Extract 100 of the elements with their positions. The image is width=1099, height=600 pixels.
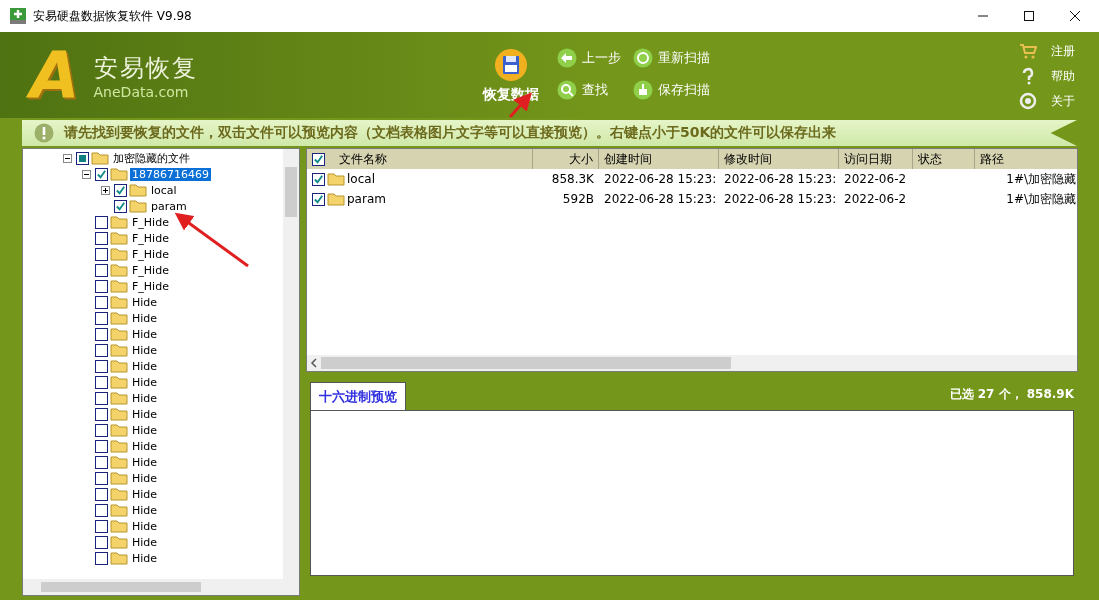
expand-icon[interactable]	[101, 185, 110, 195]
tree-item[interactable]: Hide	[130, 391, 160, 405]
tree-item[interactable]: Hide	[130, 471, 160, 485]
collapse-icon[interactable]	[63, 153, 72, 163]
checkbox[interactable]	[95, 535, 108, 549]
table-cell: 2022-06-28 15:23:	[724, 172, 837, 186]
folder-icon	[110, 215, 128, 229]
checkbox[interactable]	[95, 519, 108, 533]
checkbox[interactable]	[114, 199, 127, 213]
checkbox[interactable]	[95, 391, 108, 405]
checkbox[interactable]	[76, 151, 89, 165]
window-title: 安易硬盘数据恢复软件 V9.98	[33, 7, 192, 25]
tree-item[interactable]: Hide	[130, 327, 160, 341]
column-header[interactable]: 路径	[980, 150, 1004, 168]
table-cell: 2022-06-2	[844, 172, 907, 186]
folder-icon	[129, 199, 147, 213]
tree-item[interactable]: Hide	[130, 455, 160, 469]
tree-item[interactable]: Hide	[130, 407, 160, 421]
checkbox[interactable]	[95, 487, 108, 501]
preview-tab[interactable]: 十六进制预览	[310, 382, 406, 410]
checkbox[interactable]	[95, 167, 108, 181]
table-cell: 858.3K	[551, 172, 594, 186]
column-header[interactable]: 访问日期	[844, 150, 892, 168]
checkbox[interactable]	[95, 327, 108, 341]
column-header[interactable]: 修改时间	[724, 150, 772, 168]
folder-icon	[110, 471, 128, 485]
tree-item[interactable]: F_Hide	[130, 215, 171, 229]
checkbox[interactable]	[95, 439, 108, 453]
tree-item[interactable]: Hide	[130, 439, 160, 453]
tree-item[interactable]: Hide	[130, 503, 160, 517]
checkbox[interactable]	[95, 343, 108, 357]
checkbox[interactable]	[312, 172, 325, 186]
folder-icon	[110, 375, 128, 389]
checkbox[interactable]	[95, 279, 108, 293]
checkbox[interactable]	[95, 359, 108, 373]
folder-icon	[91, 151, 109, 165]
checkbox[interactable]	[95, 375, 108, 389]
folder-icon	[110, 487, 128, 501]
collapse-icon[interactable]	[82, 169, 91, 179]
checkbox[interactable]	[95, 247, 108, 261]
tree-item[interactable]: Hide	[130, 535, 160, 549]
checkbox[interactable]	[95, 263, 108, 277]
folder-icon	[110, 407, 128, 421]
folder-icon	[110, 391, 128, 405]
table-cell: 2022-06-28 15:23:	[604, 172, 717, 186]
tree-item[interactable]: F_Hide	[130, 231, 171, 245]
folder-icon	[110, 439, 128, 453]
folder-icon	[110, 295, 128, 309]
checkbox[interactable]	[95, 231, 108, 245]
tree-item[interactable]: 18786716469	[130, 167, 211, 181]
tree-item[interactable]: Hide	[130, 375, 160, 389]
refresh-icon	[633, 48, 653, 68]
checkbox[interactable]	[95, 455, 108, 469]
checkbox[interactable]	[95, 471, 108, 485]
checkbox[interactable]	[95, 407, 108, 421]
brand-name: 安易恢复	[93, 53, 198, 84]
brand-site: AneData.com	[93, 84, 190, 100]
checkbox[interactable]	[95, 311, 108, 325]
select-all-checkbox[interactable]	[312, 152, 325, 166]
folder-icon	[110, 167, 128, 181]
tree-item[interactable]: F_Hide	[130, 263, 171, 277]
tree-item[interactable]: Hide	[130, 359, 160, 373]
tree-item[interactable]: Hide	[130, 551, 160, 565]
checkbox[interactable]	[114, 183, 127, 197]
folder-icon	[110, 503, 128, 517]
column-header[interactable]: 文件名称	[339, 150, 387, 168]
table-cell: 2022-06-28 15:23:	[604, 192, 717, 206]
column-header[interactable]: 状态	[918, 150, 942, 168]
folder-icon	[327, 172, 345, 186]
tree-item[interactable]: local	[149, 183, 179, 197]
tree-item[interactable]: Hide	[130, 311, 160, 325]
table-cell: 2022-06-2	[844, 192, 907, 206]
cart-icon	[1019, 42, 1037, 60]
close-icon[interactable]	[1069, 10, 1081, 22]
exclamation-icon	[34, 123, 54, 143]
checkbox[interactable]	[312, 192, 325, 206]
tree-item[interactable]: Hide	[130, 423, 160, 437]
checkbox[interactable]	[95, 423, 108, 437]
tree-item[interactable]: F_Hide	[130, 279, 171, 293]
tree-item[interactable]: param	[149, 199, 189, 213]
tree-item[interactable]: F_Hide	[130, 247, 171, 261]
folder-icon	[110, 551, 128, 565]
column-header[interactable]: 大小	[569, 150, 593, 168]
tree-item[interactable]: Hide	[130, 519, 160, 533]
checkbox[interactable]	[95, 215, 108, 229]
tree-item[interactable]: Hide	[130, 343, 160, 357]
folder-icon	[110, 455, 128, 469]
checkbox[interactable]	[95, 295, 108, 309]
selection-summary: 已选 27 个， 858.9K	[949, 385, 1074, 403]
checkbox[interactable]	[95, 503, 108, 517]
table-cell: local	[347, 172, 375, 186]
checkbox[interactable]	[95, 551, 108, 565]
search-icon	[557, 80, 577, 100]
tree-item[interactable]: Hide	[130, 487, 160, 501]
folder-icon	[129, 183, 147, 197]
maximize-icon[interactable]	[1023, 10, 1035, 22]
tree-item[interactable]: 加密隐藏的文件	[111, 150, 192, 166]
tree-item[interactable]: Hide	[130, 295, 160, 309]
column-header[interactable]: 创建时间	[604, 150, 652, 168]
folder-icon	[110, 519, 128, 533]
